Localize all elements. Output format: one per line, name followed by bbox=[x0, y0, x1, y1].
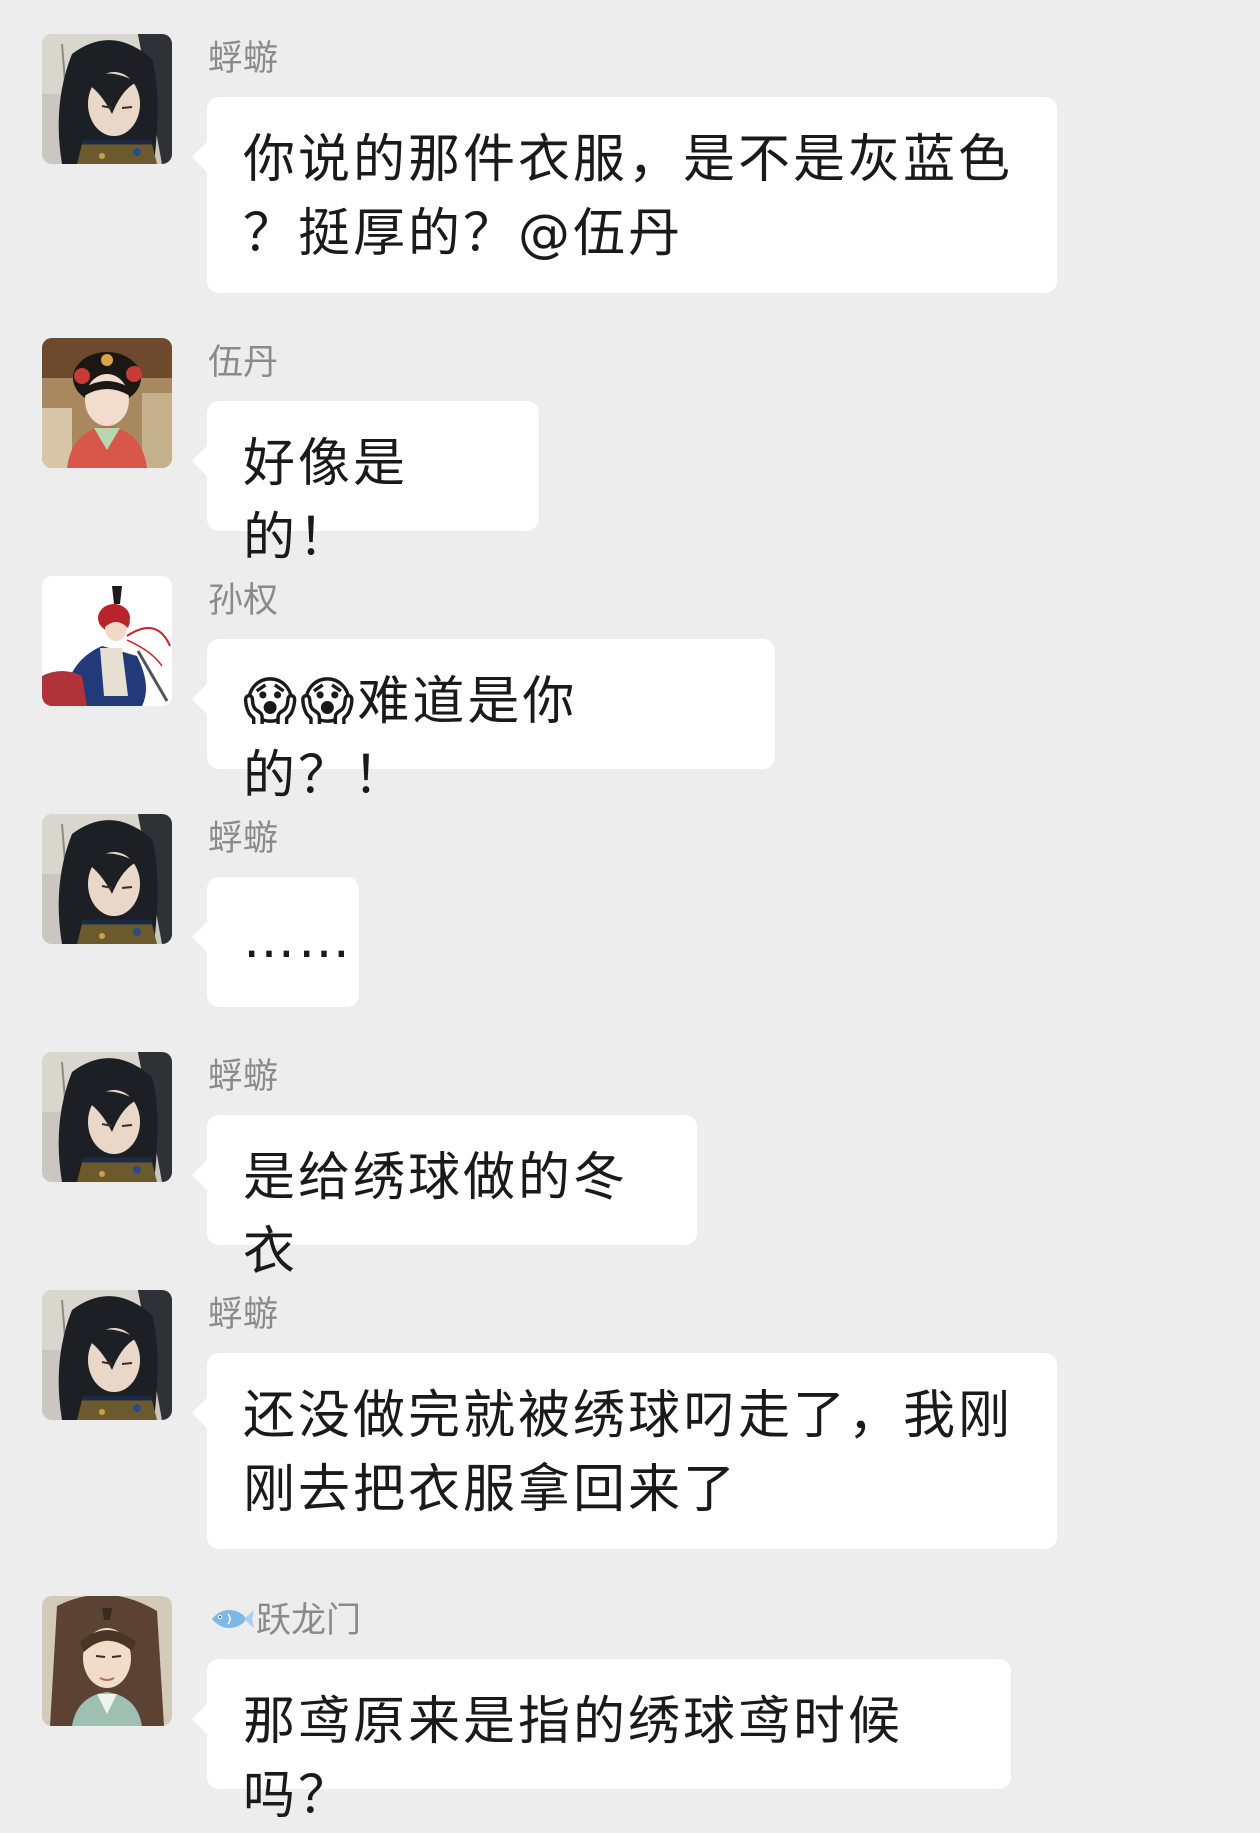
message-bubble[interactable]: 😱😱难道是你的？！ bbox=[192, 639, 775, 806]
dark-hair-man-avatar-icon[interactable] bbox=[42, 1290, 172, 1420]
message-bubble[interactable]: 那鸢原来是指的绣球鸢时候吗？ bbox=[192, 1659, 1011, 1826]
sender-name-row: 跃龙门 bbox=[208, 1596, 361, 1646]
message-bubble[interactable]: 你说的那件衣服，是不是灰蓝色 ？挺厚的？@伍丹 bbox=[192, 97, 1057, 293]
sender-name: 伍丹 bbox=[208, 343, 279, 383]
message-line: 刚去把衣服拿回来了 bbox=[243, 1460, 739, 1520]
woman-red-hairpiece-avatar-icon[interactable] bbox=[42, 338, 172, 468]
scream-emoji: 😱😱 bbox=[243, 672, 358, 732]
message-line: …… bbox=[243, 910, 353, 970]
message-bubble[interactable]: 是给绣球做的冬衣 bbox=[192, 1115, 697, 1282]
sender-name: 蜉蝣 bbox=[208, 819, 279, 859]
sender-name: 蜉蝣 bbox=[208, 1057, 279, 1097]
message-line: 还没做完就被绣球叼走了，我刚 bbox=[243, 1386, 1014, 1446]
message-line: 是给绣球做的冬衣 bbox=[243, 1148, 629, 1282]
message-line: 你说的那件衣服，是不是灰蓝色 bbox=[243, 130, 1014, 190]
dark-hair-man-avatar-icon[interactable] bbox=[42, 1052, 172, 1182]
long-hair-man-avatar-icon[interactable] bbox=[42, 1596, 172, 1726]
red-hair-man-avatar-icon[interactable] bbox=[42, 576, 172, 706]
sender-name: 孙权 bbox=[208, 581, 279, 621]
sender-name: 蜉蝣 bbox=[208, 39, 279, 79]
message-line: 好像是的！ bbox=[243, 434, 409, 568]
message-bubble[interactable]: 好像是的！ bbox=[192, 401, 539, 568]
sender-name: 跃龙门 bbox=[256, 1601, 362, 1641]
sender-name: 蜉蝣 bbox=[208, 1295, 279, 1335]
message-line: ？挺厚的？@伍丹 bbox=[243, 204, 684, 264]
dark-hair-man-avatar-icon[interactable] bbox=[42, 814, 172, 944]
fish-icon bbox=[208, 1604, 254, 1634]
message-bubble[interactable]: 还没做完就被绣球叼走了，我刚 刚去把衣服拿回来了 bbox=[192, 1353, 1057, 1549]
dark-hair-man-avatar-icon[interactable] bbox=[42, 34, 172, 164]
message-bubble[interactable]: …… bbox=[192, 877, 359, 1007]
